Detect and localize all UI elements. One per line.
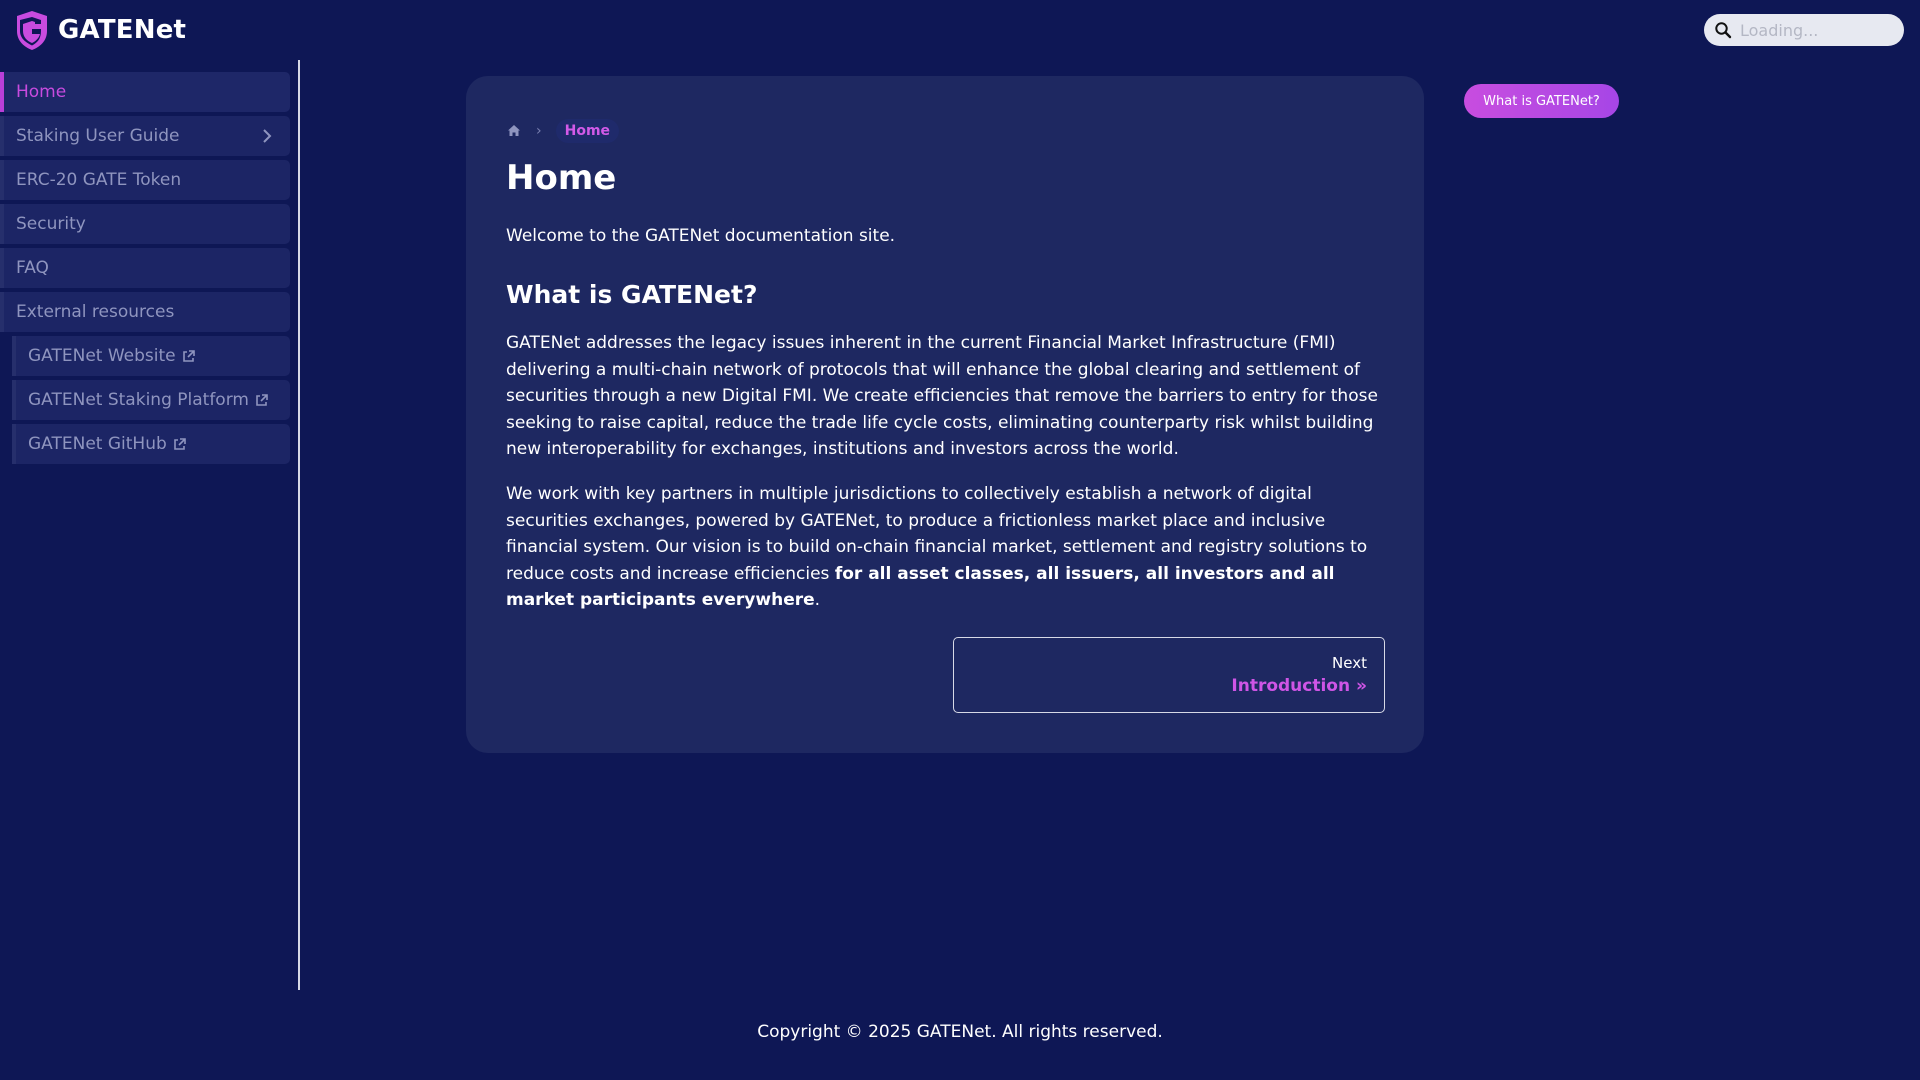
doc-content-card: › Home Home Welcome to the GATENet docum… [466, 76, 1424, 753]
sidebar-item-home[interactable]: Home [0, 72, 290, 112]
search-box[interactable] [1704, 14, 1904, 46]
search-icon [1715, 22, 1732, 39]
footer-copyright: Copyright © 2025 GATENet. All rights res… [757, 1022, 1163, 1042]
sidebar-item-label: Security [16, 214, 86, 234]
external-link-icon [256, 393, 268, 406]
sidebar-item-label: GATENet Staking Platform [28, 390, 249, 410]
sidebar-item-gatenet-github[interactable]: GATENet GitHub [12, 424, 290, 464]
breadcrumb: › Home [506, 118, 620, 144]
sidebar-item-faq[interactable]: FAQ [0, 248, 290, 288]
brand-link[interactable]: GATENet [15, 9, 186, 51]
chevron-right-icon[interactable] [258, 127, 276, 145]
sidebar-item-external-resources[interactable]: External resources [0, 292, 290, 332]
page-title: Home [506, 158, 617, 198]
section-heading: What is GATENet? [506, 280, 758, 309]
navbar: GATENet [0, 0, 1920, 60]
next-sublabel: Next [1332, 654, 1367, 672]
paragraph-text: . [814, 590, 821, 610]
body-paragraph-1: GATENet addresses the legacy issues inhe… [506, 333, 1378, 459]
sidebar-item-gatenet-staking-platform[interactable]: GATENet Staking Platform [12, 380, 290, 420]
sidebar-item-staking-user-guide[interactable]: Staking User Guide [0, 116, 290, 156]
intro-paragraph: Welcome to the GATENet documentation sit… [506, 226, 896, 246]
sidebar-item-security[interactable]: Security [0, 204, 290, 244]
next-page-title: Introduction » [1231, 676, 1367, 696]
home-icon[interactable] [506, 123, 522, 139]
toc-link-what-is-gatenet[interactable]: What is GATENet? [1464, 84, 1619, 118]
sidebar-item-label: Staking User Guide [16, 126, 180, 146]
sidebar-item-erc20-gate-token[interactable]: ERC-20 GATE Token [0, 160, 290, 200]
sidebar-item-label: ERC-20 GATE Token [16, 170, 182, 190]
sidebar: Home Staking User Guide ERC-20 GATE Toke… [0, 60, 300, 990]
brand-title: GATENet [58, 15, 187, 45]
sidebar-item-gatenet-website[interactable]: GATENet Website [12, 336, 290, 376]
sidebar-item-label: GATENet Website [28, 346, 176, 366]
sidebar-item-label: GATENet GitHub [28, 434, 167, 454]
external-link-icon [173, 437, 186, 450]
breadcrumb-current: Home [555, 119, 620, 143]
gatenet-logo-icon [17, 10, 47, 50]
breadcrumb-separator: › [536, 123, 542, 139]
sidebar-item-label: FAQ [16, 258, 49, 278]
sidebar-menu: Home Staking User Guide ERC-20 GATE Toke… [0, 72, 290, 468]
sidebar-item-label: External resources [16, 302, 175, 322]
external-link-icon [182, 349, 195, 362]
body-paragraph-2: We work with key partners in multiple ju… [506, 481, 1386, 614]
search-input[interactable] [1740, 16, 1900, 44]
next-page-link[interactable]: Next Introduction » [953, 637, 1385, 713]
sidebar-item-label: Home [16, 82, 67, 102]
